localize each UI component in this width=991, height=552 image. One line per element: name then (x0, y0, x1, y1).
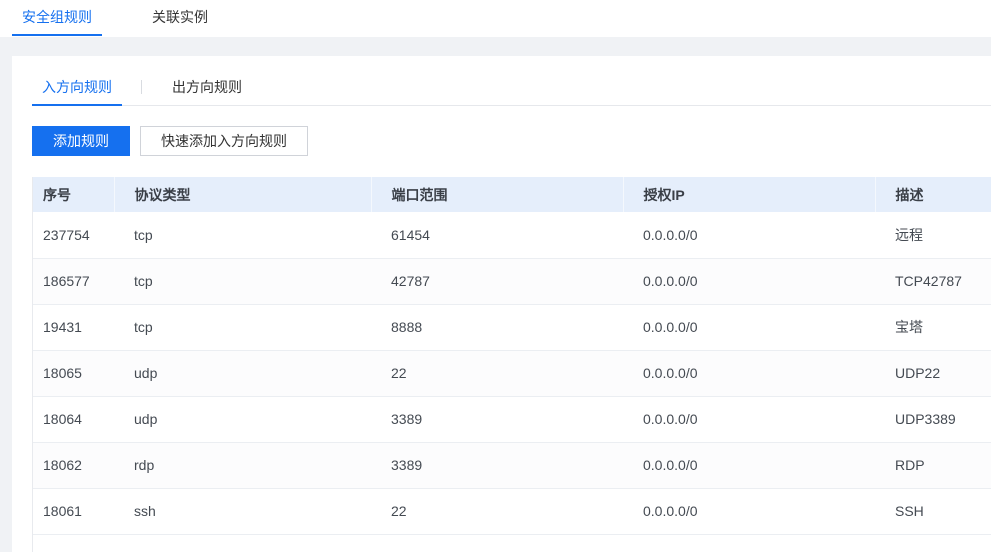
cell-protocol: tcp (134, 319, 153, 335)
cell-rule-id: 19431 (43, 319, 82, 335)
sub-tab-separator (141, 80, 142, 94)
col-header-protocol: 协议类型 (113, 177, 371, 212)
col-header-description: 描述 (874, 177, 991, 212)
cell-rule-id: 186577 (43, 273, 90, 289)
add-rule-button[interactable]: 添加规则 (32, 126, 130, 156)
cell-authorized-ip: 0.0.0.0/0 (643, 226, 698, 243)
cell-protocol: tcp (134, 273, 153, 289)
cell-port-range: 22 (391, 503, 407, 519)
table-row: 18062 rdp 3389 0.0.0.0/0 RDP (33, 442, 991, 488)
cell-port-range: 22 (391, 365, 407, 381)
table-row: 19431 tcp 8888 0.0.0.0/0 宝塔 (33, 304, 991, 350)
tab-associated-instances[interactable]: 关联实例 (140, 0, 220, 36)
cell-authorized-ip: 0.0.0.0/0 (643, 457, 698, 473)
cell-protocol: rdp (134, 457, 155, 473)
table-row: 18065 udp 22 0.0.0.0/0 UDP22 (33, 350, 991, 396)
rules-card: 入方向规则 出方向规则 添加规则 快速添加入方向规则 序号 协议类型 端口范围 … (12, 56, 991, 552)
table-row: 186577 tcp 42787 0.0.0.0/0 TCP42787 (33, 258, 991, 304)
cell-description: TCP42787 (895, 273, 962, 289)
cell-authorized-ip: 0.0.0.0/0 (643, 273, 698, 289)
cell-port-range: 42787 (391, 273, 430, 289)
col-header-id: 序号 (43, 186, 71, 203)
cell-port-range: 8888 (391, 319, 423, 335)
cell-protocol: ssh (134, 503, 156, 519)
cell-authorized-ip: 0.0.0.0/0 (643, 365, 698, 381)
cell-protocol: udp (134, 411, 158, 427)
tab-outbound-rules[interactable]: 出方向规则 (162, 70, 252, 106)
rules-table-body: 237754 tcp 61454 0.0.0.0/0 远程 186577 tcp 42787 0… (33, 212, 991, 534)
col-header-port-range: 端口范围 (370, 177, 623, 212)
cell-protocol: udp (134, 365, 158, 381)
cell-authorized-ip: 0.0.0.0/0 (643, 411, 698, 427)
rules-table: 序号 协议类型 端口范围 授权IP 描述 237754 tcp 61454 0.0.0… (33, 177, 991, 535)
cell-port-range: 3389 (391, 411, 423, 427)
cell-rule-id: 18062 (43, 457, 82, 473)
cell-port-range: 61454 (391, 226, 430, 243)
cell-description: UDP3389 (895, 411, 956, 427)
tab-security-group-rules[interactable]: 安全组规则 (12, 0, 102, 36)
table-header: 序号 协议类型 端口范围 授权IP 描述 (33, 177, 991, 212)
table-header-row: 序号 协议类型 端口范围 授权IP 描述 (33, 177, 991, 212)
col-header-authorized-ip: 授权IP (622, 177, 875, 212)
cell-rule-id: 18065 (43, 365, 82, 381)
cell-description: UDP22 (895, 365, 941, 381)
quick-add-inbound-rule-button[interactable]: 快速添加入方向规则 (140, 126, 308, 156)
cell-description: 远程 (895, 226, 923, 243)
tab-inbound-rules[interactable]: 入方向规则 (32, 70, 122, 106)
table-row: 237754 tcp 61454 0.0.0.0/0 远程 (33, 212, 991, 258)
cell-description: 宝塔 (895, 319, 923, 335)
top-tab-bar: 安全组规则 关联实例 (0, 0, 991, 37)
cell-rule-id: 18061 (43, 503, 82, 519)
cell-authorized-ip: 0.0.0.0/0 (643, 503, 698, 519)
cell-protocol: tcp (134, 226, 153, 243)
cell-description: RDP (895, 457, 925, 473)
cell-authorized-ip: 0.0.0.0/0 (643, 319, 698, 335)
cell-rule-id: 237754 (43, 226, 90, 243)
cell-rule-id: 18064 (43, 411, 82, 427)
rules-table-container: 序号 协议类型 端口范围 授权IP 描述 237754 tcp 61454 0.0.0… (32, 177, 991, 552)
table-row: 18061 ssh 22 0.0.0.0/0 SSH (33, 488, 991, 534)
cell-port-range: 3389 (391, 457, 423, 473)
table-row: 18064 udp 3389 0.0.0.0/0 UDP3389 (33, 396, 991, 442)
cell-description: SSH (895, 503, 924, 519)
